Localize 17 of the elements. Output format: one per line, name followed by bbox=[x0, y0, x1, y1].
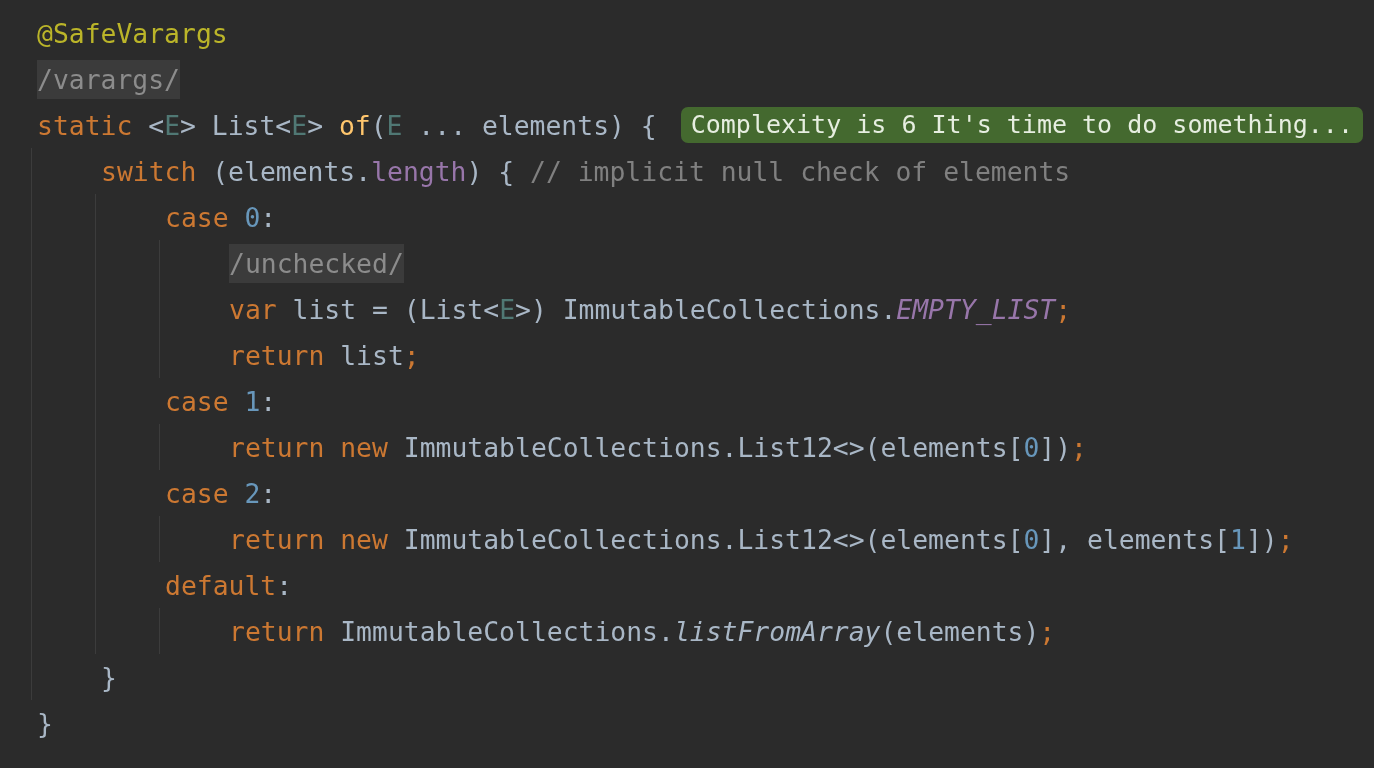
code-line: case 1: bbox=[165, 385, 277, 417]
code-line: return list; bbox=[229, 339, 420, 371]
code-line: var list = (List<E>) ImmutableCollections.EMPTY_LIST; bbox=[229, 293, 1072, 325]
code-line: case 2: bbox=[165, 477, 277, 509]
folded-code[interactable]: /varargs/ bbox=[37, 59, 180, 99]
code-line: return new ImmutableCollections.List12<>(elements[0]); bbox=[229, 431, 1087, 463]
code-line: case 0: bbox=[165, 201, 277, 233]
code-line: } bbox=[37, 707, 53, 739]
folded-code[interactable]: /unchecked/ bbox=[229, 243, 404, 283]
code-line: @SafeVarargs bbox=[37, 17, 228, 49]
code-line: default: bbox=[165, 569, 293, 601]
code-line: } bbox=[101, 661, 117, 693]
code-line: return new ImmutableCollections.List12<>(elements[0], elements[1]); bbox=[229, 523, 1294, 555]
code-line: switch (elements.length) { // implicit null check of elements bbox=[101, 155, 1071, 187]
code-line: static <E> List<E> of(E ... elements) { bbox=[37, 109, 657, 141]
code-line: return ImmutableCollections.listFromArray(elements); bbox=[229, 615, 1056, 647]
complexity-hint: Complexity is 6 It's time to do something... bbox=[680, 107, 1363, 143]
